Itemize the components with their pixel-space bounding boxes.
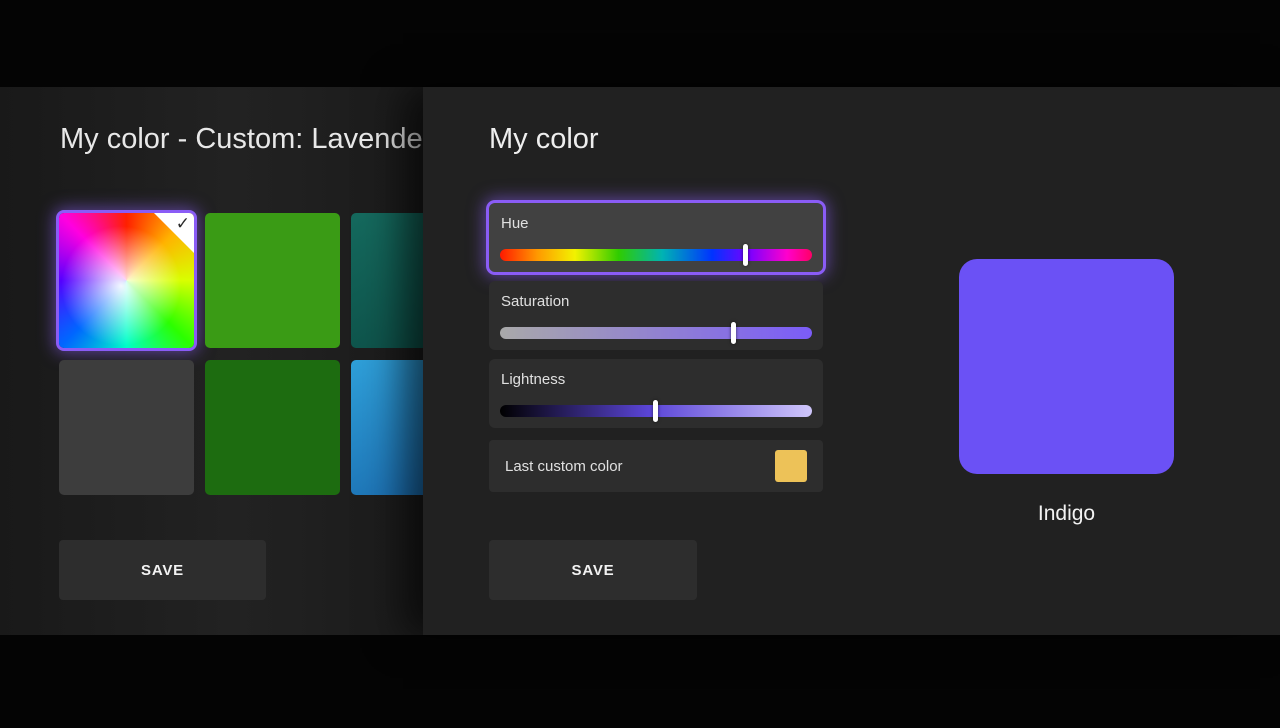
lightness-label: Lightness	[501, 371, 565, 388]
hue-label: Hue	[501, 215, 529, 232]
color-customization-screen: My color - Custom: Lavender ✓ SAVE My co…	[0, 0, 1280, 728]
swatch-blue-gradient[interactable]	[351, 360, 423, 495]
last-custom-color-swatch	[775, 450, 807, 482]
panel-color-presets: My color - Custom: Lavender ✓ SAVE	[0, 87, 423, 635]
saturation-track[interactable]	[500, 327, 812, 339]
lightness-thumb[interactable]	[653, 400, 658, 422]
swatch-teal-gradient[interactable]	[351, 213, 423, 348]
lightness-slider[interactable]: Lightness	[489, 359, 823, 428]
save-button[interactable]: SAVE	[489, 540, 697, 600]
saturation-thumb[interactable]	[731, 322, 736, 344]
page-title: My color	[489, 123, 599, 156]
lightness-track[interactable]	[500, 405, 812, 417]
saturation-slider[interactable]: Saturation	[489, 281, 823, 350]
left-save-button[interactable]: SAVE	[59, 540, 266, 600]
content-stage: My color - Custom: Lavender ✓ SAVE My co…	[0, 87, 1280, 635]
swatch-dark-green[interactable]	[205, 360, 340, 495]
color-preview-name: Indigo	[959, 502, 1174, 526]
swatch-custom-color-picker[interactable]: ✓	[59, 213, 194, 348]
hue-track[interactable]	[500, 249, 812, 261]
hue-thumb[interactable]	[743, 244, 748, 266]
swatch-dark-gray[interactable]	[59, 360, 194, 495]
swatch-green[interactable]	[205, 213, 340, 348]
left-page-title: My color - Custom: Lavender	[60, 123, 423, 156]
selected-check-icon: ✓	[176, 214, 190, 234]
hue-slider[interactable]: Hue	[489, 203, 823, 272]
panel-custom-color-editor: My color Hue Saturation Lightness	[423, 87, 1280, 635]
last-custom-color-row[interactable]: Last custom color	[489, 440, 823, 492]
color-preview-swatch	[959, 259, 1174, 474]
last-custom-color-label: Last custom color	[505, 458, 775, 475]
saturation-label: Saturation	[501, 293, 569, 310]
